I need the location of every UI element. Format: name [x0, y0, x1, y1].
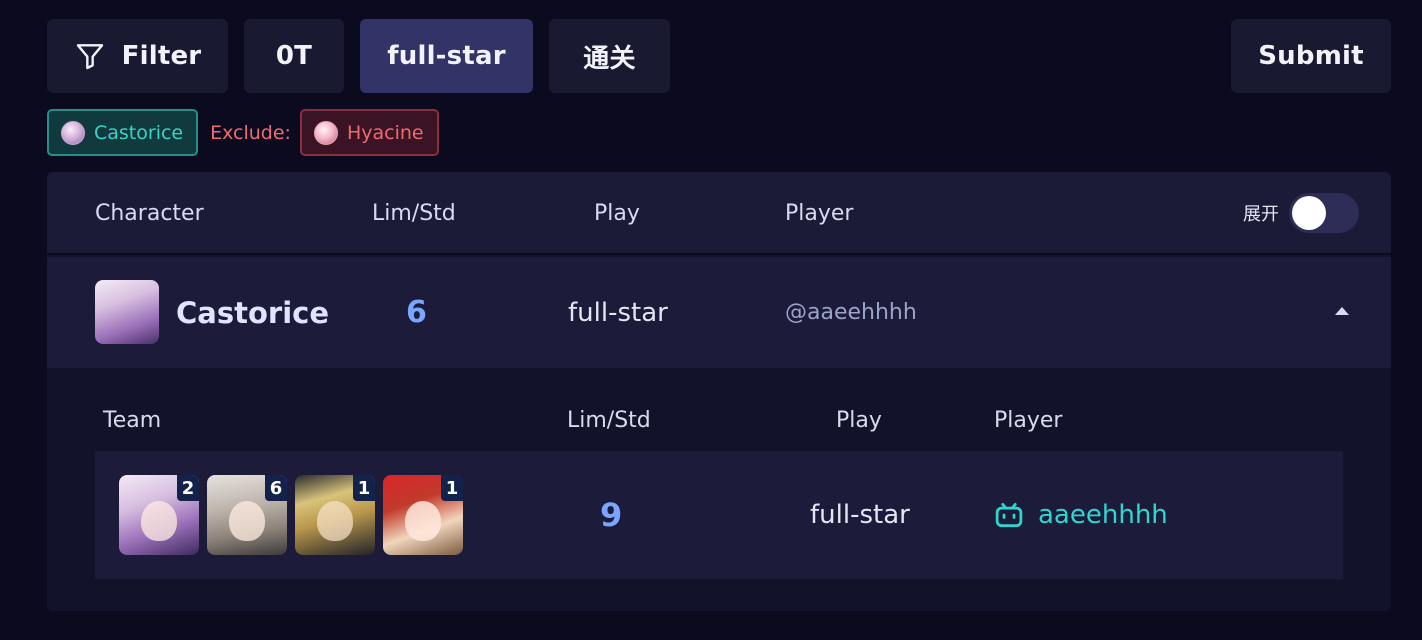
submit-button[interactable]: Submit	[1231, 19, 1391, 93]
expand-label: 展开	[1243, 204, 1279, 225]
pass-button[interactable]: 通关	[549, 19, 670, 93]
full-star-button[interactable]: full-star	[360, 19, 533, 93]
submit-label: Submit	[1258, 41, 1364, 71]
team-lim-std-value: 9	[600, 496, 623, 534]
full-star-label: full-star	[387, 41, 506, 71]
team-row: 2 6 1 1 9 full-star aaeehhhh	[95, 451, 1343, 579]
team-member-3[interactable]: 1	[295, 475, 375, 555]
pass-label: 通关	[583, 43, 636, 74]
header-lim-std: Lim/Std	[372, 201, 456, 226]
eidolon-badge: 1	[353, 475, 375, 501]
expand-control: 展开	[1243, 193, 1359, 233]
character-name: Castorice	[176, 295, 330, 330]
exclude-label: Exclude:	[210, 121, 291, 144]
detail-header-play: Play	[836, 408, 882, 433]
row-detail: Team Lim/Std Play Player 2 6 1 1 9 full-…	[95, 368, 1343, 611]
eidolon-badge: 1	[441, 475, 463, 501]
castorice-avatar	[61, 120, 85, 145]
eidolon-badge: 6	[265, 475, 287, 501]
team-play-value: full-star	[810, 500, 910, 530]
expand-toggle[interactable]	[1289, 193, 1359, 233]
detail-header-player: Player	[994, 408, 1063, 433]
lim-std-value: 6	[406, 295, 427, 330]
filter-icon	[76, 44, 103, 70]
team-member-4[interactable]: 1	[383, 475, 463, 555]
collapse-caret-icon[interactable]	[1335, 307, 1349, 315]
results-panel: Character Lim/Std Play Player 展开 Castori…	[47, 172, 1391, 611]
0t-button[interactable]: 0T	[244, 19, 344, 93]
play-value: full-star	[568, 297, 668, 328]
include-tag-castorice[interactable]: Castorice	[47, 109, 199, 156]
include-tag-label: Castorice	[94, 121, 184, 144]
table-row[interactable]: Castorice 6 full-star @aaeehhhh	[47, 257, 1391, 368]
toolbar: Filter 0T full-star 通关 Submit	[47, 19, 1391, 93]
0t-label: 0T	[275, 41, 313, 71]
team-player-link[interactable]: aaeehhhh	[994, 451, 1168, 579]
bilibili-icon	[995, 503, 1023, 527]
exclude-tag-label: Hyacine	[346, 121, 424, 144]
toggle-knob	[1292, 196, 1326, 230]
detail-header-lim-std: Lim/Std	[567, 408, 651, 433]
hyacine-avatar	[313, 120, 338, 145]
filter-tags: Castorice Exclude: Hyacine	[47, 109, 439, 156]
player-handle: @aaeehhhh	[785, 300, 917, 325]
filter-button[interactable]: Filter	[47, 19, 228, 93]
detail-header-team: Team	[103, 408, 162, 433]
castorice-portrait	[95, 280, 159, 344]
header-play: Play	[594, 201, 640, 226]
team-member-2[interactable]: 6	[207, 475, 287, 555]
table-header: Character Lim/Std Play Player 展开	[47, 172, 1391, 255]
exclude-tag-hyacine[interactable]: Hyacine	[299, 109, 439, 156]
header-player: Player	[785, 201, 854, 226]
team-portraits: 2 6 1 1	[119, 475, 463, 555]
filter-label: Filter	[121, 41, 202, 71]
header-character: Character	[95, 201, 204, 226]
team-player-name: aaeehhhh	[1038, 500, 1168, 530]
eidolon-badge: 2	[177, 475, 199, 501]
team-member-castorice[interactable]: 2	[119, 475, 199, 555]
